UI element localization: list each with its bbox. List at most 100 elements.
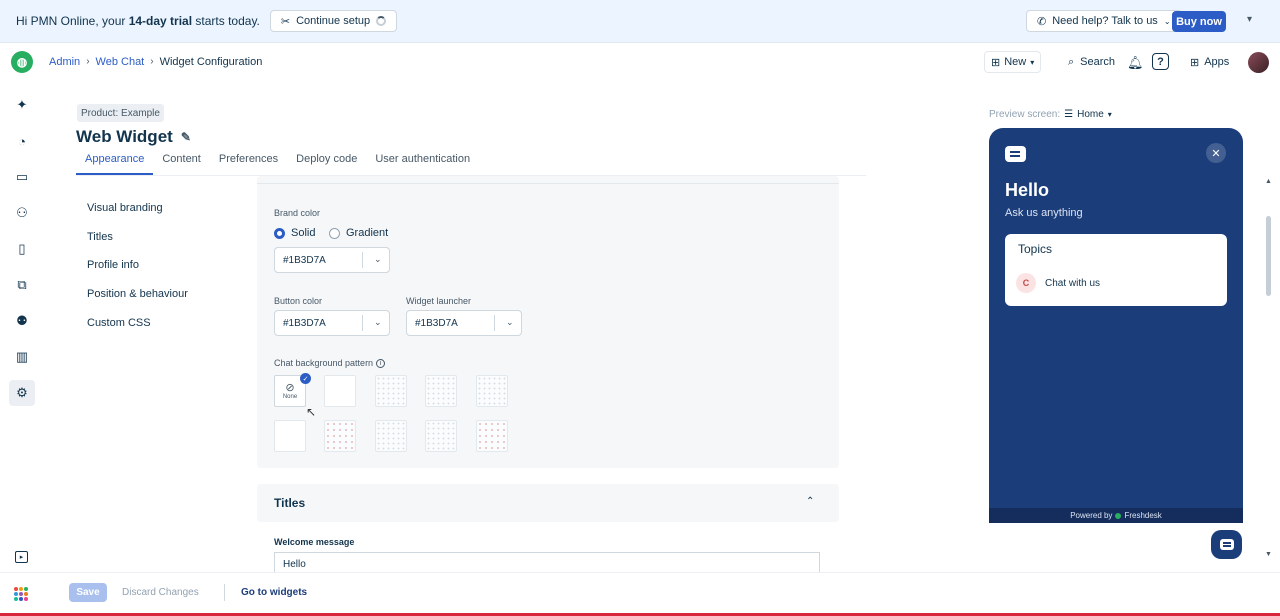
bot-icon[interactable]: ⚉: [12, 311, 32, 331]
knowledge-book-icon[interactable]: ▯: [12, 239, 32, 259]
radio-gradient-dot: [329, 227, 340, 239]
radio-gradient[interactable]: Gradient: [329, 227, 388, 239]
top-navigation: ◍ Admin › Web Chat › Widget Configuratio…: [0, 43, 1280, 81]
breadcrumb-current: Widget Configuration: [159, 56, 263, 68]
widget-launcher-select[interactable]: #1B3D7A ⌄: [406, 310, 522, 336]
tab-preferences[interactable]: Preferences: [210, 153, 287, 175]
bell-icon[interactable]: 🔔︎: [1127, 55, 1144, 71]
pattern-option[interactable]: [476, 420, 508, 452]
banner-collapse-chevron-icon[interactable]: ▾: [1247, 14, 1252, 25]
preview-screen-value: Home: [1077, 109, 1104, 120]
apps-button[interactable]: ⊞ Apps: [1184, 51, 1235, 73]
widget-launcher-button[interactable]: [1211, 530, 1242, 559]
scroll-up-icon[interactable]: ▲: [1265, 178, 1272, 185]
sidebar-collapse-icon[interactable]: ▸: [15, 551, 28, 563]
chat-bubble-icon: [1005, 146, 1026, 162]
topic-label: Chat with us: [1045, 277, 1101, 289]
section-nav-position-behaviour[interactable]: Position & behaviour: [87, 288, 188, 317]
freshdesk-dot-icon: [1115, 512, 1122, 519]
need-help-label: Need help? Talk to us: [1052, 15, 1158, 27]
loading-spinner-icon: [376, 16, 387, 26]
breadcrumb-chevron-icon: ›: [150, 56, 154, 67]
tab-user-authentication[interactable]: User authentication: [366, 153, 479, 175]
titles-heading: Titles: [274, 496, 306, 510]
buy-now-button[interactable]: Buy now: [1172, 11, 1226, 32]
tools-icon: ✂: [280, 15, 291, 28]
preview-screen-label: Preview screen:: [989, 109, 1061, 120]
dashboard-gauge-icon[interactable]: ◔: [12, 131, 32, 151]
admin-gear-icon[interactable]: ⚙: [9, 380, 35, 406]
radio-solid-dot: [274, 227, 285, 239]
pattern-option[interactable]: [476, 375, 508, 407]
continue-setup-button[interactable]: ✂ Continue setup: [269, 10, 398, 32]
new-button[interactable]: ⊞ New ▾: [984, 51, 1042, 73]
chevron-down-icon: ⌄: [374, 254, 382, 264]
go-to-widgets-link[interactable]: Go to widgets: [241, 587, 307, 598]
contacts-icon[interactable]: ⚇: [12, 203, 32, 223]
inbox-icon[interactable]: ⧉: [12, 275, 32, 295]
scroll-down-icon[interactable]: ▼: [1265, 551, 1272, 558]
welcome-message-input[interactable]: Hello: [274, 552, 820, 572]
new-label: New: [1004, 56, 1027, 68]
pattern-option[interactable]: [375, 420, 407, 452]
close-icon[interactable]: ✕: [1206, 143, 1226, 163]
config-tabs: Appearance Content Preferences Deploy co…: [76, 153, 479, 175]
powered-brand: Freshdesk: [1124, 511, 1162, 520]
section-nav-visual-branding[interactable]: Visual branding: [87, 202, 188, 231]
continue-setup-label: Continue setup: [296, 15, 371, 27]
brand-color-value: #1B3D7A: [283, 254, 326, 266]
titles-section-header[interactable]: [257, 484, 839, 522]
discard-changes-button[interactable]: Discard Changes: [122, 587, 199, 598]
footer-divider: [224, 584, 225, 601]
select-divider: [494, 315, 495, 331]
need-help-button[interactable]: ✆ Need help? Talk to us ⌄: [1026, 10, 1182, 32]
app-switcher-icon[interactable]: [14, 587, 28, 601]
reports-icon[interactable]: ▥: [12, 347, 32, 367]
tab-deploy-code[interactable]: Deploy code: [287, 153, 366, 175]
pattern-option[interactable]: [425, 375, 457, 407]
trial-message: Hi PMN Online, your 14-day trial starts …: [16, 14, 260, 28]
search-button[interactable]: ⌕ Search: [1062, 51, 1121, 73]
edit-pencil-icon[interactable]: ✎: [181, 130, 191, 144]
section-nav-titles[interactable]: Titles: [87, 231, 188, 260]
ticket-icon[interactable]: ▭: [12, 167, 32, 187]
help-icon[interactable]: ?: [1152, 53, 1169, 70]
section-nav-profile-info[interactable]: Profile info: [87, 259, 188, 288]
widget-launcher-label: Widget launcher: [406, 296, 472, 306]
user-avatar[interactable]: [1248, 52, 1269, 73]
tab-appearance[interactable]: Appearance: [76, 153, 154, 175]
pattern-option[interactable]: [324, 375, 356, 407]
chat-launcher-icon: [1219, 539, 1234, 550]
apps-label: Apps: [1204, 56, 1230, 68]
chevron-down-icon: ⌄: [506, 317, 514, 327]
breadcrumb-web-chat[interactable]: Web Chat: [96, 56, 145, 68]
radio-gradient-label: Gradient: [346, 227, 389, 239]
search-label: Search: [1080, 56, 1116, 68]
selected-check-icon: ✓: [300, 373, 311, 384]
widget-subtitle: Ask us anything: [1005, 207, 1083, 219]
save-button[interactable]: Save: [69, 583, 107, 602]
pattern-option[interactable]: [425, 420, 457, 452]
breadcrumb: Admin › Web Chat › Widget Configuration: [49, 56, 262, 68]
scrollbar-thumb[interactable]: [1266, 216, 1271, 296]
chevron-up-icon[interactable]: ⌃: [806, 496, 814, 507]
select-divider: [362, 315, 363, 331]
section-nav-custom-css[interactable]: Custom CSS: [87, 317, 188, 346]
pattern-option[interactable]: [274, 420, 306, 452]
plus-square-icon: ⊞: [991, 56, 1001, 69]
section-nav: Visual branding Titles Profile info Posi…: [87, 202, 188, 345]
phone-icon: ✆: [1037, 15, 1047, 28]
topic-item-chat[interactable]: C Chat with us: [1016, 273, 1100, 293]
sparkle-icon[interactable]: ✦: [12, 95, 32, 115]
pattern-option[interactable]: [324, 420, 356, 452]
tab-content[interactable]: Content: [153, 153, 210, 175]
brand-color-select[interactable]: #1B3D7A ⌄: [274, 247, 390, 273]
breadcrumb-admin[interactable]: Admin: [49, 56, 80, 68]
radio-solid[interactable]: Solid: [274, 227, 315, 239]
search-icon: ⌕: [1068, 55, 1075, 68]
info-icon[interactable]: i: [376, 359, 386, 369]
preview-screen-selector[interactable]: Preview screen: ☰ Home ▾: [989, 109, 1112, 120]
pattern-option[interactable]: [375, 375, 407, 407]
freshdesk-logo[interactable]: ◍: [11, 51, 33, 73]
button-color-select[interactable]: #1B3D7A ⌄: [274, 310, 390, 336]
